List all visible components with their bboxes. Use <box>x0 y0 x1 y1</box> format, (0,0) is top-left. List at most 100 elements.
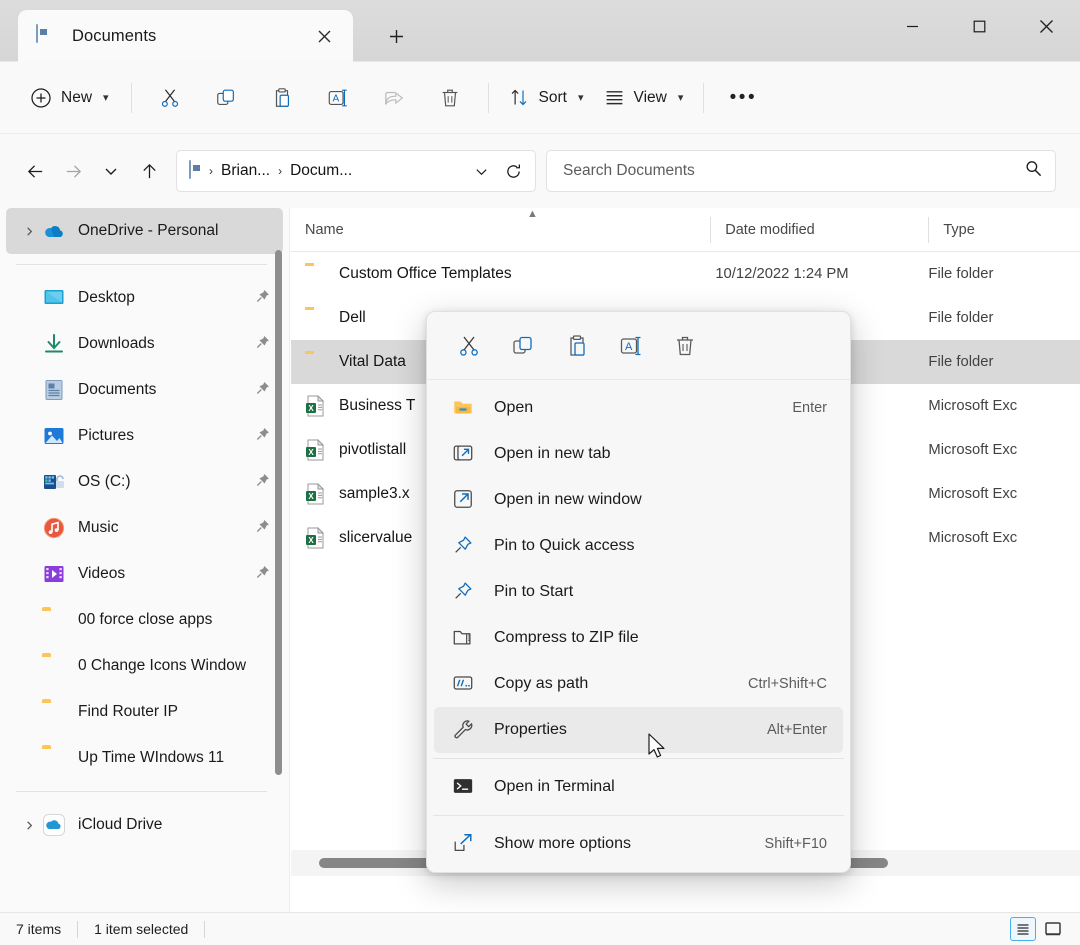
pin-icon[interactable] <box>255 426 271 447</box>
column-header-name[interactable]: Name <box>291 208 711 252</box>
status-bar: 7 items 1 item selected <box>0 912 1080 945</box>
delete-button[interactable] <box>428 79 472 117</box>
context-menu-item-pin-to-start[interactable]: Pin to Start <box>434 569 843 615</box>
sidebar-item-music[interactable]: Music <box>6 505 283 551</box>
folder-icon <box>305 351 327 373</box>
sidebar-item-label: 00 force close apps <box>78 611 212 629</box>
chevron-down-icon <box>103 163 119 179</box>
column-header-date-modified[interactable]: Date modified <box>711 208 929 252</box>
file-type-cell: Microsoft Exc <box>914 442 1080 458</box>
rename-icon[interactable]: A <box>611 326 651 366</box>
context-menu-item-properties[interactable]: PropertiesAlt+Enter <box>434 707 843 753</box>
sidebar-item-downloads[interactable]: Downloads <box>6 321 283 367</box>
share-button[interactable] <box>372 79 416 117</box>
context-menu-item-compress-to-zip-file[interactable]: Compress to ZIP file <box>434 615 843 661</box>
copy-button[interactable] <box>204 79 248 117</box>
sort-button[interactable]: Sort ▾ <box>499 79 594 117</box>
search-box[interactable] <box>546 150 1056 192</box>
pin-icon[interactable] <box>255 334 271 355</box>
refresh-button[interactable] <box>497 155 529 187</box>
tab-documents[interactable]: Documents <box>18 10 353 62</box>
navigation-pane[interactable]: OneDrive - Personal DesktopDownloadsDocum… <box>0 208 290 912</box>
address-dropdown-icon[interactable] <box>465 155 497 187</box>
view-toggle-group <box>1010 917 1080 941</box>
search-input[interactable] <box>563 162 1024 180</box>
paste-icon[interactable] <box>557 326 597 366</box>
breadcrumb-user[interactable]: Brian... <box>214 158 277 184</box>
sort-button-label: Sort <box>539 89 567 107</box>
documents-folder-icon <box>36 25 56 47</box>
sidebar-item-onedrive-personal[interactable]: OneDrive - Personal <box>6 208 283 254</box>
close-window-button[interactable] <box>1013 0 1080 52</box>
sidebar-item-desktop[interactable]: Desktop <box>6 275 283 321</box>
new-tab-button[interactable] <box>378 20 414 52</box>
sidebar-divider <box>16 264 267 265</box>
table-row[interactable]: Custom Office Templates10/12/2022 1:24 P… <box>291 252 1080 296</box>
context-menu-item-show-more-options[interactable]: Show more optionsShift+F10 <box>434 821 843 867</box>
sidebar-item-0-change-icons-window[interactable]: 0 Change Icons Window <box>6 643 283 689</box>
close-tab-icon[interactable] <box>309 21 339 51</box>
delete-icon[interactable] <box>665 326 705 366</box>
context-menu-item-pin-to-quick-access[interactable]: Pin to Quick access <box>434 523 843 569</box>
back-button[interactable] <box>16 152 54 190</box>
folder-icon <box>42 746 66 770</box>
title-bar: Documents <box>0 0 1080 62</box>
context-menu-item-open[interactable]: OpenEnter <box>434 385 843 431</box>
sidebar-item-os-c[interactable]: OS (C:) <box>6 459 283 505</box>
details-view-button[interactable] <box>1010 917 1036 941</box>
context-menu-item-shortcut: Alt+Enter <box>767 722 827 738</box>
forward-button[interactable] <box>54 152 92 190</box>
new-button[interactable]: New ▾ <box>22 79 121 117</box>
large-icons-view-button[interactable] <box>1040 917 1066 941</box>
file-name-cell[interactable]: Custom Office Templates <box>291 263 701 285</box>
copy-icon[interactable] <box>503 326 543 366</box>
sidebar-item-pictures[interactable]: Pictures <box>6 413 283 459</box>
context-menu[interactable]: A OpenEnterOpen in new tabOpen in new wi… <box>426 311 851 873</box>
paste-button[interactable] <box>260 79 304 117</box>
breadcrumb-documents[interactable]: Docum... <box>283 158 359 184</box>
sidebar-item-documents[interactable]: Documents <box>6 367 283 413</box>
context-menu-item-shortcut: Shift+F10 <box>765 836 827 852</box>
sidebar-item-icloud-drive[interactable]: iCloud Drive <box>6 802 283 848</box>
cut-button[interactable] <box>148 79 192 117</box>
pin-icon[interactable] <box>255 288 271 309</box>
documents-folder-icon <box>189 161 208 182</box>
arrow-right-icon <box>64 162 83 181</box>
sidebar-item-label: OneDrive - Personal <box>78 222 218 240</box>
pin-icon[interactable] <box>255 518 271 539</box>
excel-file-icon: X <box>305 527 327 549</box>
sidebar-item-videos[interactable]: Videos <box>6 551 283 597</box>
sidebar-item-label: iCloud Drive <box>78 816 162 834</box>
pin-icon[interactable] <box>255 564 271 585</box>
context-menu-item-open-in-terminal[interactable]: Open in Terminal <box>434 764 843 810</box>
context-menu-item-shortcut: Enter <box>792 400 827 416</box>
chevron-right-icon[interactable] <box>16 812 42 838</box>
sidebar-item-up-time-windows-11[interactable]: Up Time WIndows 11 <box>6 735 283 781</box>
sidebar-item-00-force-close-apps[interactable]: 00 force close apps <box>6 597 283 643</box>
view-button[interactable]: View ▾ <box>594 79 694 117</box>
trash-icon <box>439 87 461 109</box>
address-bar[interactable]: › Brian... › Docum... <box>176 150 536 192</box>
column-header-type[interactable]: Type <box>929 208 1080 252</box>
sidebar-item-find-router-ip[interactable]: Find Router IP <box>6 689 283 735</box>
context-menu-item-open-in-new-tab[interactable]: Open in new tab <box>434 431 843 477</box>
pin-icon[interactable] <box>255 380 271 401</box>
context-menu-item-copy-as-path[interactable]: Copy as pathCtrl+Shift+C <box>434 661 843 707</box>
chevron-right-icon[interactable] <box>16 218 42 244</box>
pin-icon[interactable] <box>255 472 271 493</box>
context-menu-item-open-in-new-window[interactable]: Open in new window <box>434 477 843 523</box>
copy-icon <box>215 87 237 109</box>
file-name-label: sample3.x <box>339 485 410 503</box>
details-view-icon <box>1015 921 1031 937</box>
recent-locations-button[interactable] <box>92 152 130 190</box>
file-name-label: Vital Data <box>339 353 406 371</box>
file-explorer-window: Documents New ▾ <box>0 0 1080 945</box>
rename-button[interactable]: A <box>316 79 360 117</box>
see-more-button[interactable]: ••• <box>720 79 766 117</box>
maximize-button[interactable] <box>946 0 1013 52</box>
up-button[interactable] <box>130 152 168 190</box>
cut-icon[interactable] <box>449 326 489 366</box>
sidebar-scrollbar[interactable] <box>275 250 282 775</box>
context-menu-item-label: Copy as path <box>494 675 588 693</box>
minimize-button[interactable] <box>879 0 946 52</box>
